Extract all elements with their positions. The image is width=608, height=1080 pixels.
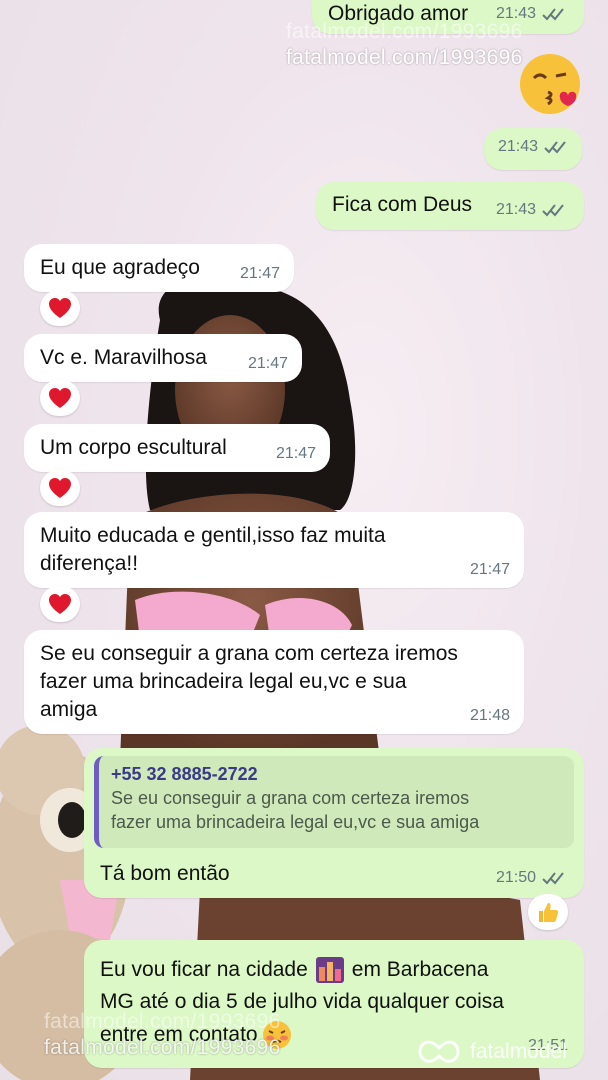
kissing-heart-emoji[interactable] <box>518 52 582 116</box>
message-text-segment: Eu vou ficar na cidade <box>100 958 308 981</box>
message-time: 21:48 <box>469 707 510 724</box>
message-bubble-outgoing[interactable]: 21:43 <box>484 128 582 170</box>
double-check-icon <box>544 141 566 154</box>
message-bubble-incoming[interactable]: Muito educada e gentil,isso faz muita di… <box>24 512 524 588</box>
quoted-text-line-1: Se eu conseguir a grana com certeza irem… <box>111 788 470 808</box>
watermark-url: fatalmodel.com/1993696 <box>44 1036 281 1059</box>
double-check-icon <box>542 204 564 217</box>
message-time: 21:43 <box>497 138 538 155</box>
watermark-brand-name: fatalmodel <box>470 1040 567 1063</box>
message-text-line-1: Muito educada e gentil,isso faz muita <box>40 524 386 547</box>
heart-icon <box>49 388 71 408</box>
quoted-text-line-2: fazer uma brincadeira legal eu,vc e sua … <box>111 812 480 832</box>
message-text-line-2: fazer uma brincadeira legal eu,vc e sua <box>40 670 407 693</box>
message-text-line-1: Eu vou ficar na cidade em Barbacena <box>100 956 568 984</box>
message-meta: 21:47 <box>470 556 510 584</box>
message-text: Um corpo escultural <box>40 436 227 459</box>
watermark-faded: fatalmodel.com/1993696 <box>44 1010 281 1033</box>
reaction-heart[interactable] <box>40 470 80 506</box>
message-meta: 21:47 <box>240 260 280 288</box>
watermark-brand: fatalmodel <box>416 1034 567 1070</box>
thumbs-up-icon <box>539 903 559 922</box>
double-check-icon <box>542 8 564 21</box>
message-text-line-3: amiga <box>40 698 98 721</box>
city-emoji <box>315 957 344 983</box>
double-check-icon <box>542 872 564 885</box>
message-bubble-incoming[interactable]: Um corpo escultural 21:47 <box>24 424 330 472</box>
watermark-faded: fatalmodel.com/1993696 <box>286 20 523 43</box>
reaction-thumbs-up[interactable] <box>528 894 568 930</box>
message-bubble-incoming[interactable]: Eu que agradeço 21:47 <box>24 244 294 292</box>
message-bubble-outgoing[interactable]: Fica com Deus 21:43 <box>316 182 584 230</box>
message-meta: 21:43 <box>496 196 568 224</box>
heart-icon <box>49 298 71 318</box>
message-meta: 21:48 <box>470 702 510 730</box>
message-time: 21:50 <box>495 869 536 886</box>
message-time: 21:47 <box>239 265 280 282</box>
heart-icon <box>49 594 71 614</box>
fatalmodel-logo-icon <box>418 1040 460 1063</box>
message-text-segment: em Barbacena <box>351 958 489 981</box>
message-bubble-incoming[interactable]: Se eu conseguir a grana com certeza irem… <box>24 630 524 734</box>
message-meta: 21:43 <box>498 133 570 161</box>
quoted-message[interactable]: +55 32 8885-2722 Se eu conseguir a grana… <box>94 756 574 848</box>
quoted-sender: +55 32 8885-2722 <box>111 764 258 784</box>
message-bubble-outgoing-reply[interactable]: +55 32 8885-2722 Se eu conseguir a grana… <box>84 748 584 898</box>
heart-icon <box>49 478 71 498</box>
reaction-heart[interactable] <box>40 380 80 416</box>
message-time: 21:43 <box>495 201 536 218</box>
message-meta: 21:47 <box>248 350 288 378</box>
message-text-line-1: Se eu conseguir a grana com certeza irem… <box>40 642 458 665</box>
message-text-line-2: diferença!! <box>40 552 139 575</box>
watermark-url: fatalmodel.com/1993696 <box>286 46 523 69</box>
message-bubble-incoming[interactable]: Vc e. Maravilhosa 21:47 <box>24 334 302 382</box>
message-time: 21:47 <box>275 445 316 462</box>
message-time: 21:47 <box>469 561 510 578</box>
message-meta: 21:50 <box>496 864 568 892</box>
reaction-heart[interactable] <box>40 290 80 326</box>
message-time: 21:47 <box>247 355 288 372</box>
reaction-heart[interactable] <box>40 586 80 622</box>
message-meta: 21:47 <box>276 440 316 468</box>
